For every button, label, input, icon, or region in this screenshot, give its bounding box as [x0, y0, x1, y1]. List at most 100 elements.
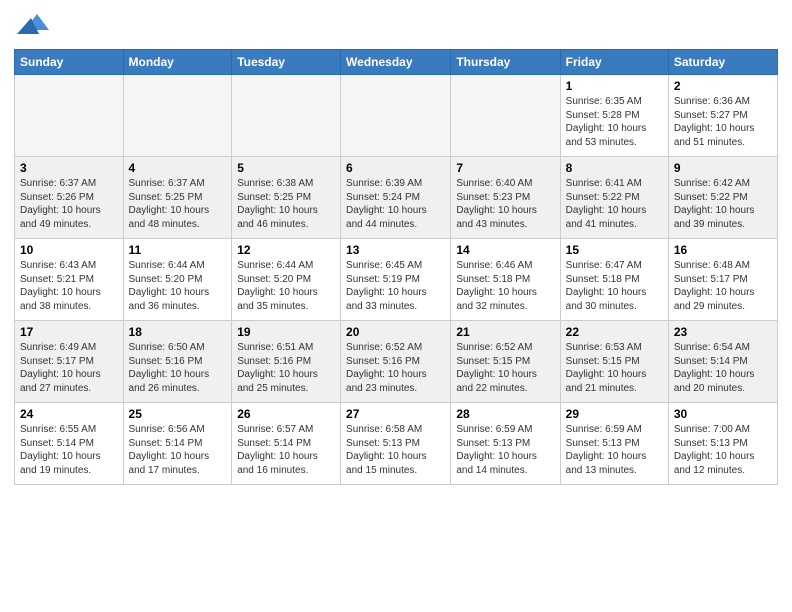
calendar-cell [15, 75, 124, 157]
day-info: Sunrise: 6:53 AM Sunset: 5:15 PM Dayligh… [566, 341, 663, 395]
day-number: 23 [674, 325, 772, 339]
day-info: Sunrise: 6:39 AM Sunset: 5:24 PM Dayligh… [346, 177, 445, 231]
day-info: Sunrise: 6:38 AM Sunset: 5:25 PM Dayligh… [237, 177, 335, 231]
calendar-week-row: 1 Sunrise: 6:35 AM Sunset: 5:28 PM Daylig… [15, 75, 778, 157]
calendar-cell: 11 Sunrise: 6:44 AM Sunset: 5:20 PM Dayli… [123, 239, 232, 321]
calendar-week-row: 3 Sunrise: 6:37 AM Sunset: 5:26 PM Daylig… [15, 157, 778, 239]
calendar-header-friday: Friday [560, 50, 668, 75]
calendar-cell: 3 Sunrise: 6:37 AM Sunset: 5:26 PM Daylig… [15, 157, 124, 239]
calendar-cell: 30 Sunrise: 7:00 AM Sunset: 5:13 PM Dayli… [668, 403, 777, 485]
calendar-cell: 2 Sunrise: 6:36 AM Sunset: 5:27 PM Daylig… [668, 75, 777, 157]
day-info: Sunrise: 6:44 AM Sunset: 5:20 PM Dayligh… [237, 259, 335, 313]
day-number: 9 [674, 161, 772, 175]
calendar-cell: 17 Sunrise: 6:49 AM Sunset: 5:17 PM Dayli… [15, 321, 124, 403]
calendar-cell: 23 Sunrise: 6:54 AM Sunset: 5:14 PM Dayli… [668, 321, 777, 403]
day-number: 7 [456, 161, 554, 175]
calendar-week-row: 10Sunrise: 6:43 AM Sunset: 5:21 PM Dayli… [15, 239, 778, 321]
day-number: 29 [566, 407, 663, 421]
calendar-week-row: 17 Sunrise: 6:49 AM Sunset: 5:17 PM Dayli… [15, 321, 778, 403]
day-info: Sunrise: 6:52 AM Sunset: 5:15 PM Dayligh… [456, 341, 554, 395]
calendar: SundayMondayTuesdayWednesdayThursdayFrid… [14, 49, 778, 485]
calendar-cell: 28Sunrise: 6:59 AM Sunset: 5:13 PM Dayli… [451, 403, 560, 485]
day-info: Sunrise: 6:40 AM Sunset: 5:23 PM Dayligh… [456, 177, 554, 231]
calendar-cell: 26Sunrise: 6:57 AM Sunset: 5:14 PM Dayli… [232, 403, 341, 485]
day-number: 21 [456, 325, 554, 339]
day-number: 4 [129, 161, 227, 175]
page: SundayMondayTuesdayWednesdayThursdayFrid… [0, 0, 792, 495]
day-info: Sunrise: 6:42 AM Sunset: 5:22 PM Dayligh… [674, 177, 772, 231]
calendar-cell: 22 Sunrise: 6:53 AM Sunset: 5:15 PM Dayli… [560, 321, 668, 403]
calendar-cell [451, 75, 560, 157]
day-info: Sunrise: 6:45 AM Sunset: 5:19 PM Dayligh… [346, 259, 445, 313]
calendar-cell: 5 Sunrise: 6:38 AM Sunset: 5:25 PM Daylig… [232, 157, 341, 239]
calendar-cell: 21 Sunrise: 6:52 AM Sunset: 5:15 PM Dayli… [451, 321, 560, 403]
day-number: 28 [456, 407, 554, 421]
day-number: 8 [566, 161, 663, 175]
day-number: 13 [346, 243, 445, 257]
day-number: 2 [674, 79, 772, 93]
calendar-cell [232, 75, 341, 157]
calendar-cell: 19Sunrise: 6:51 AM Sunset: 5:16 PM Dayli… [232, 321, 341, 403]
day-number: 30 [674, 407, 772, 421]
calendar-header-monday: Monday [123, 50, 232, 75]
day-number: 12 [237, 243, 335, 257]
calendar-cell: 10Sunrise: 6:43 AM Sunset: 5:21 PM Dayli… [15, 239, 124, 321]
calendar-cell: 9 Sunrise: 6:42 AM Sunset: 5:22 PM Daylig… [668, 157, 777, 239]
calendar-header-row: SundayMondayTuesdayWednesdayThursdayFrid… [15, 50, 778, 75]
calendar-cell: 25Sunrise: 6:56 AM Sunset: 5:14 PM Dayli… [123, 403, 232, 485]
calendar-cell: 1 Sunrise: 6:35 AM Sunset: 5:28 PM Daylig… [560, 75, 668, 157]
day-number: 24 [20, 407, 118, 421]
day-number: 27 [346, 407, 445, 421]
day-info: Sunrise: 6:41 AM Sunset: 5:22 PM Dayligh… [566, 177, 663, 231]
calendar-cell: 13 Sunrise: 6:45 AM Sunset: 5:19 PM Dayli… [341, 239, 451, 321]
day-number: 16 [674, 243, 772, 257]
header [14, 10, 778, 43]
day-info: Sunrise: 6:54 AM Sunset: 5:14 PM Dayligh… [674, 341, 772, 395]
calendar-cell [341, 75, 451, 157]
day-info: Sunrise: 6:35 AM Sunset: 5:28 PM Dayligh… [566, 95, 663, 149]
day-info: Sunrise: 6:36 AM Sunset: 5:27 PM Dayligh… [674, 95, 772, 149]
calendar-header-saturday: Saturday [668, 50, 777, 75]
calendar-cell [123, 75, 232, 157]
day-number: 3 [20, 161, 118, 175]
logo-icon [17, 10, 49, 43]
day-number: 17 [20, 325, 118, 339]
calendar-cell: 15 Sunrise: 6:47 AM Sunset: 5:18 PM Dayli… [560, 239, 668, 321]
day-info: Sunrise: 6:43 AM Sunset: 5:21 PM Dayligh… [20, 259, 118, 313]
day-number: 14 [456, 243, 554, 257]
day-number: 11 [129, 243, 227, 257]
day-number: 15 [566, 243, 663, 257]
day-number: 22 [566, 325, 663, 339]
calendar-cell: 20 Sunrise: 6:52 AM Sunset: 5:16 PM Dayli… [341, 321, 451, 403]
day-number: 5 [237, 161, 335, 175]
day-info: Sunrise: 6:37 AM Sunset: 5:26 PM Dayligh… [20, 177, 118, 231]
day-info: Sunrise: 6:49 AM Sunset: 5:17 PM Dayligh… [20, 341, 118, 395]
day-number: 1 [566, 79, 663, 93]
logo [14, 14, 49, 43]
day-info: Sunrise: 7:00 AM Sunset: 5:13 PM Dayligh… [674, 423, 772, 477]
day-info: Sunrise: 6:57 AM Sunset: 5:14 PM Dayligh… [237, 423, 335, 477]
calendar-header-wednesday: Wednesday [341, 50, 451, 75]
day-number: 18 [129, 325, 227, 339]
calendar-header-tuesday: Tuesday [232, 50, 341, 75]
day-info: Sunrise: 6:48 AM Sunset: 5:17 PM Dayligh… [674, 259, 772, 313]
day-number: 25 [129, 407, 227, 421]
calendar-cell: 4Sunrise: 6:37 AM Sunset: 5:25 PM Daylig… [123, 157, 232, 239]
day-info: Sunrise: 6:47 AM Sunset: 5:18 PM Dayligh… [566, 259, 663, 313]
calendar-cell: 6 Sunrise: 6:39 AM Sunset: 5:24 PM Daylig… [341, 157, 451, 239]
calendar-cell: 18 Sunrise: 6:50 AM Sunset: 5:16 PM Dayli… [123, 321, 232, 403]
calendar-cell: 24Sunrise: 6:55 AM Sunset: 5:14 PM Dayli… [15, 403, 124, 485]
day-info: Sunrise: 6:52 AM Sunset: 5:16 PM Dayligh… [346, 341, 445, 395]
day-number: 6 [346, 161, 445, 175]
calendar-cell: 27 Sunrise: 6:58 AM Sunset: 5:13 PM Dayli… [341, 403, 451, 485]
calendar-week-row: 24Sunrise: 6:55 AM Sunset: 5:14 PM Dayli… [15, 403, 778, 485]
day-info: Sunrise: 6:50 AM Sunset: 5:16 PM Dayligh… [129, 341, 227, 395]
day-info: Sunrise: 6:44 AM Sunset: 5:20 PM Dayligh… [129, 259, 227, 313]
day-info: Sunrise: 6:58 AM Sunset: 5:13 PM Dayligh… [346, 423, 445, 477]
logo-text [14, 14, 49, 43]
day-number: 20 [346, 325, 445, 339]
day-info: Sunrise: 6:46 AM Sunset: 5:18 PM Dayligh… [456, 259, 554, 313]
calendar-cell: 8 Sunrise: 6:41 AM Sunset: 5:22 PM Daylig… [560, 157, 668, 239]
day-number: 19 [237, 325, 335, 339]
calendar-header-thursday: Thursday [451, 50, 560, 75]
